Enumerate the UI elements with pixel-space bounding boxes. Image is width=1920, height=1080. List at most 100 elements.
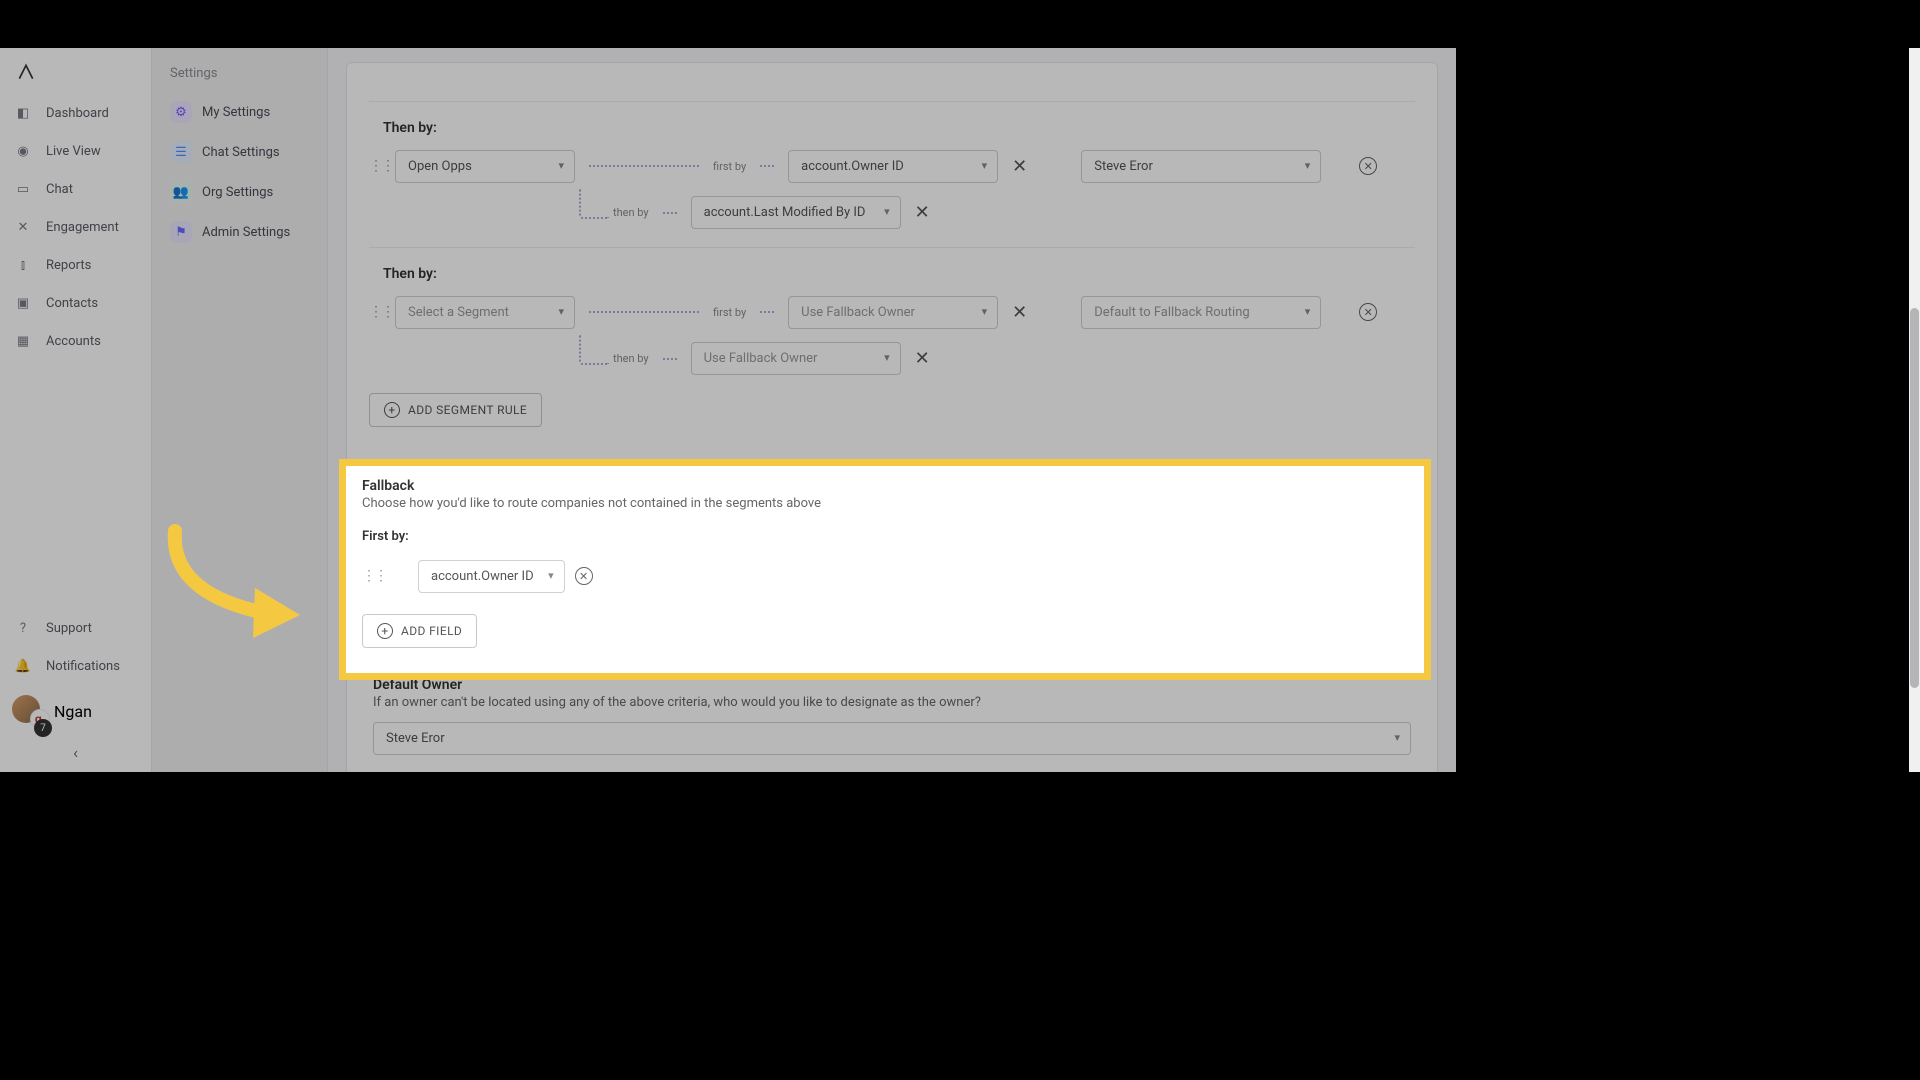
- close-icon: ✕: [1012, 156, 1027, 177]
- nav-label: Reports: [46, 258, 91, 273]
- fallback-highlight: Fallback Choose how you'd like to route …: [339, 459, 1431, 680]
- subnav-my-settings[interactable]: ⚙My Settings: [162, 93, 317, 131]
- first-by-label: first by: [713, 306, 746, 319]
- connector-line: [663, 212, 677, 214]
- connector-line: [589, 311, 699, 313]
- first-by-field-select[interactable]: Use Fallback Owner: [788, 296, 998, 329]
- nav-label: Chat: [46, 182, 73, 197]
- then-by-field-select[interactable]: account.Last Modified By ID: [691, 196, 901, 229]
- fallback-field-select[interactable]: account.Owner ID: [418, 560, 565, 593]
- segment-select[interactable]: Select a Segment: [395, 296, 575, 329]
- nav-notifications[interactable]: 🔔 Notifications: [0, 647, 151, 685]
- owner-select[interactable]: Default to Fallback Routing: [1081, 296, 1321, 329]
- drag-handle-icon[interactable]: ⋮⋮: [369, 158, 385, 174]
- org-icon: 👥: [170, 181, 192, 203]
- nav-label: Accounts: [46, 334, 101, 349]
- section-title: Fallback: [362, 478, 1408, 494]
- add-field-button[interactable]: + Add Field: [362, 614, 477, 648]
- avatar: g. 7: [12, 695, 44, 727]
- default-owner-section: Default Owner If an owner can't be locat…: [369, 677, 1415, 755]
- segment-select[interactable]: Open Opps: [395, 150, 575, 183]
- drag-handle-icon[interactable]: ⋮⋮: [362, 568, 378, 584]
- plus-circle-icon: +: [377, 623, 393, 639]
- nav-label: Engagement: [46, 220, 119, 235]
- main-nav: ◧Dashboard ◉Live View ▭Chat ✕Engagement …: [0, 48, 152, 772]
- bell-icon: 🔔: [14, 657, 32, 675]
- connector-line: [760, 165, 774, 167]
- subnav-chat-settings[interactable]: ☰ Chat Settings: [162, 133, 317, 171]
- section-description: Choose how you'd like to route companies…: [362, 496, 1408, 511]
- nav-label: Notifications: [46, 659, 120, 674]
- nav-reports[interactable]: ⫾ Reports: [0, 246, 151, 284]
- scrollbar-track[interactable]: [1909, 48, 1920, 772]
- subnav-label: Chat Settings: [202, 145, 280, 160]
- default-owner-select[interactable]: Steve Eror: [373, 722, 1411, 755]
- button-label: Add Segment Rule: [408, 403, 527, 417]
- close-icon: ✕: [1012, 302, 1027, 323]
- remove-field-button[interactable]: ✕: [1008, 152, 1031, 181]
- remove-field-button[interactable]: ✕: [1008, 298, 1031, 327]
- gear-icon: ⚙: [170, 101, 192, 123]
- nav-accounts[interactable]: ▦ Accounts: [0, 322, 151, 360]
- section-description: If an owner can't be located using any o…: [373, 695, 1411, 710]
- subnav-org-settings[interactable]: 👥 Org Settings: [162, 173, 317, 211]
- drag-handle-icon[interactable]: ⋮⋮: [369, 304, 385, 320]
- first-by-label: first by: [713, 160, 746, 173]
- button-label: Add Field: [401, 624, 462, 638]
- nav-live-view[interactable]: ◉ Live View: [0, 132, 151, 170]
- subnav-label: Org Settings: [202, 185, 273, 200]
- remove-rule-button[interactable]: ✕: [1359, 157, 1377, 175]
- rule-label: Then by:: [383, 120, 1415, 136]
- remove-field-button[interactable]: ✕: [911, 344, 934, 373]
- subnav-admin-settings[interactable]: ⚑Admin Settings: [162, 213, 317, 251]
- remove-field-button[interactable]: ✕: [911, 198, 934, 227]
- nav-label: Dashboard: [46, 106, 109, 121]
- contacts-icon: ▣: [14, 294, 32, 312]
- owner-select[interactable]: Steve Eror: [1081, 150, 1321, 183]
- nav-chat[interactable]: ▭ Chat: [0, 170, 151, 208]
- subnav-title: Settings: [162, 62, 317, 93]
- nav-support[interactable]: ? Support: [0, 609, 151, 647]
- connector-line: [663, 358, 677, 360]
- accounts-icon: ▦: [14, 332, 32, 350]
- connector-line: [579, 335, 609, 365]
- notification-count: 7: [34, 719, 52, 737]
- segment-rule-block: Then by: ⋮⋮ Open Opps first by account.O…: [369, 120, 1415, 229]
- scrollbar-thumb[interactable]: [1910, 308, 1919, 688]
- then-by-field-select[interactable]: Use Fallback Owner: [691, 342, 901, 375]
- connector-line: [589, 165, 699, 167]
- first-by-heading: First by:: [362, 529, 1408, 544]
- help-icon: ?: [14, 619, 32, 637]
- first-by-field-select[interactable]: account.Owner ID: [788, 150, 998, 183]
- nav-label: Contacts: [46, 296, 98, 311]
- remove-rule-button[interactable]: ✕: [1359, 303, 1377, 321]
- nav-engagement[interactable]: ✕ Engagement: [0, 208, 151, 246]
- user-name: Ngan: [54, 702, 92, 721]
- then-by-label: then by: [613, 206, 649, 219]
- chat-icon: ▭: [14, 180, 32, 198]
- close-icon: ✕: [1364, 161, 1373, 172]
- nav-label: Live View: [46, 144, 101, 159]
- close-icon: ✕: [915, 202, 930, 223]
- nav-label: Support: [46, 621, 92, 636]
- admin-icon: ⚑: [170, 221, 192, 243]
- remove-field-button[interactable]: ✕: [575, 567, 593, 585]
- close-icon: ✕: [1364, 307, 1373, 318]
- user-menu[interactable]: g. 7 Ngan: [0, 685, 151, 737]
- nav-contacts[interactable]: ▣ Contacts: [0, 284, 151, 322]
- then-by-label: then by: [613, 352, 649, 365]
- reports-icon: ⫾: [14, 256, 32, 274]
- eye-icon: ◉: [14, 142, 32, 160]
- segment-rule-block: Then by: ⋮⋮ Select a Segment first by Us…: [369, 266, 1415, 375]
- engagement-icon: ✕: [14, 218, 32, 236]
- settings-subnav: Settings ⚙My Settings ☰ Chat Settings 👥 Or…: [152, 48, 328, 772]
- rule-label: Then by:: [383, 266, 1415, 282]
- brand-logo: [0, 48, 151, 94]
- collapse-nav-button[interactable]: ‹: [0, 737, 151, 772]
- close-icon: ✕: [915, 348, 930, 369]
- close-icon: ✕: [579, 571, 588, 582]
- nav-dashboard[interactable]: ◧Dashboard: [0, 94, 151, 132]
- add-segment-rule-button[interactable]: +Add Segment Rule: [369, 393, 542, 427]
- chat-settings-icon: ☰: [170, 141, 192, 163]
- connector-line: [760, 311, 774, 313]
